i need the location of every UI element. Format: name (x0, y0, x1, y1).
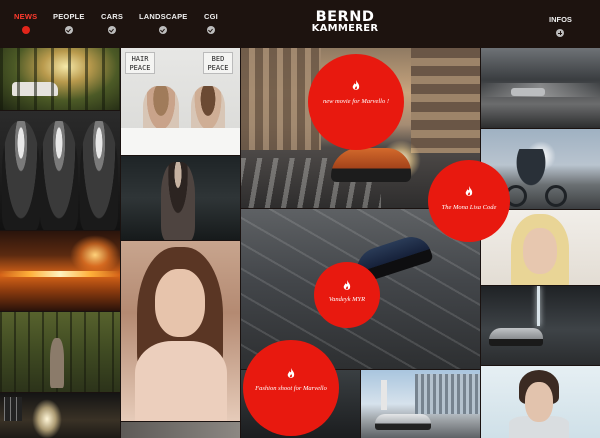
infos-label: INFOS (549, 15, 572, 24)
check-icon (108, 26, 117, 34)
face-image (523, 228, 557, 274)
nav-item-label: PEOPLE (53, 12, 85, 21)
bed-peace-sign: BED PEACE (203, 52, 233, 74)
check-icon (159, 26, 168, 34)
feature-circle-marvello-movie[interactable]: new movie for Marvello ! (308, 54, 404, 150)
light-glow-image (32, 399, 62, 438)
gallery-tile-motion-blur[interactable] (481, 48, 600, 128)
gallery-tile-woman-dark[interactable] (121, 156, 240, 240)
nav-item-label: CGI (204, 12, 218, 21)
person-image (40, 121, 78, 230)
gallery-tile-warehouse[interactable] (0, 393, 120, 438)
person-image (2, 121, 40, 230)
nav-item-label: LANDSCAPE (139, 12, 188, 21)
window-image (4, 397, 22, 421)
check-icon (206, 26, 215, 34)
feature-title: The Mona Lisa Code (441, 204, 497, 211)
gallery-tile-hair-peace[interactable]: HAIR PEACE BED PEACE (121, 48, 240, 155)
feature-title: Vandeyk MYR (328, 296, 366, 303)
light-glow-image (70, 235, 120, 275)
car-image (489, 328, 543, 346)
feature-title: new movie for Marvello ! (322, 98, 390, 105)
bed-image (121, 128, 240, 155)
car-image (331, 148, 411, 182)
nav-indicator-icon (21, 26, 30, 34)
nav-item-landscape[interactable]: LANDSCAPE (139, 12, 187, 34)
hair-peace-sign: HAIR PEACE (125, 52, 155, 74)
gallery-tile-small[interactable] (121, 422, 240, 438)
flame-icon (287, 368, 295, 379)
check-icon (64, 26, 73, 34)
light-trail-image (0, 271, 120, 277)
face-image (525, 382, 553, 422)
site-header: NEWS PEOPLE CARS LANDSCAPE CGI BERND KAM… (0, 0, 600, 48)
body-image (135, 341, 227, 421)
gallery-tile-forest-suv[interactable] (0, 48, 120, 110)
car-image (511, 88, 545, 96)
nav-item-cars[interactable]: CARS (101, 12, 123, 34)
flame-icon (343, 280, 351, 291)
infos-button[interactable]: INFOS (549, 15, 572, 37)
gallery-tile-woman-portrait[interactable] (121, 241, 240, 421)
gallery-tile-glasses-woman[interactable] (481, 366, 600, 438)
person-image (50, 338, 64, 388)
feature-title: Fashion shoot for Marvello (255, 385, 327, 392)
light-beam-image (537, 286, 540, 326)
person-image (161, 162, 195, 240)
nav-item-cgi[interactable]: CGI (204, 12, 218, 34)
person-image (80, 121, 118, 230)
gallery-tile-tunnel[interactable] (0, 231, 120, 311)
gallery-tile-hair-flip[interactable] (0, 111, 120, 230)
nav-item-label: CARS (101, 12, 124, 21)
nav-item-news[interactable]: NEWS (14, 12, 37, 34)
forest-image (0, 48, 120, 110)
site-logo[interactable]: BERND KAMMERER (300, 9, 390, 35)
flame-icon (465, 186, 473, 197)
car-image (375, 414, 431, 430)
face-image (155, 269, 205, 337)
gallery-tile-garage[interactable] (481, 286, 600, 365)
logo-line-2: KAMMERER (311, 23, 379, 34)
building-image (411, 48, 480, 153)
feature-circle-fashion-shoot[interactable]: Fashion shoot for Marvello (243, 340, 339, 436)
nav-item-people[interactable]: PEOPLE (53, 12, 85, 34)
gallery-tile-airport[interactable] (361, 370, 480, 438)
building-image (415, 374, 480, 414)
plus-icon (556, 29, 565, 37)
flame-icon (352, 80, 360, 91)
feature-circle-mona-lisa[interactable]: The Mona Lisa Code (428, 160, 510, 242)
feature-circle-vandeyk[interactable]: Vandeyk MYR (314, 262, 380, 328)
wheel-image (545, 185, 567, 207)
tower-image (381, 380, 387, 410)
nav-item-label: NEWS (14, 12, 38, 21)
gallery-tile-forest-woman[interactable] (0, 312, 120, 392)
logo-line-1: BERND (315, 9, 375, 25)
